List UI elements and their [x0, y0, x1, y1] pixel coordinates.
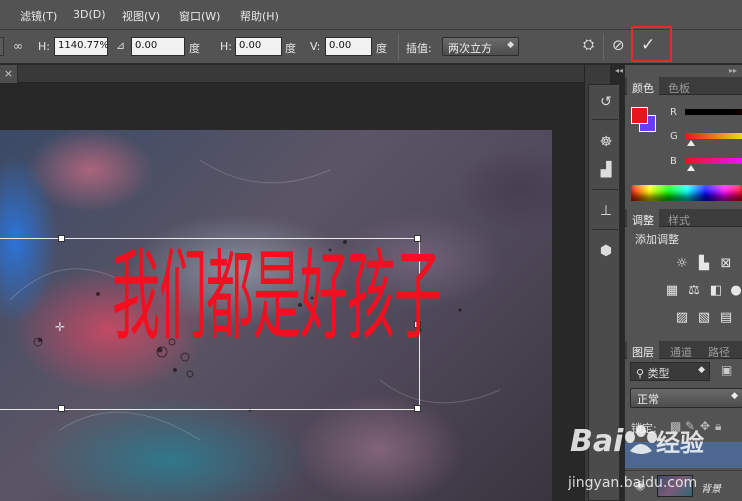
chevron-updown-icon: ◆ — [507, 40, 514, 50]
tab-styles[interactable]: 样式 — [663, 209, 695, 227]
histogram-icon[interactable]: ▟ — [595, 159, 617, 181]
clone-source-icon[interactable]: ⊥ — [595, 200, 617, 222]
levels-icon[interactable]: ▙ — [695, 256, 713, 272]
baidu-logo: Bai 经验 jingyan.baidu.com — [567, 424, 704, 491]
expand-arrows-icon[interactable]: ▸▸ — [729, 66, 737, 75]
gradient-map-icon[interactable]: ▤ — [717, 310, 735, 326]
hskew-unit: 度 — [285, 42, 296, 55]
rotate-unit: 度 — [189, 42, 200, 55]
document-tab-bar — [0, 65, 584, 83]
blue-slider[interactable] — [685, 158, 742, 164]
curves-icon[interactable]: ⊠ — [717, 256, 735, 272]
history-icon[interactable]: ↺ — [595, 91, 617, 113]
transform-handle-top[interactable] — [58, 235, 65, 242]
layer-filter-select[interactable]: ⚲ 类型 ◆ — [630, 362, 710, 381]
menu-window[interactable]: 窗口(W) — [179, 8, 220, 24]
navigator-icon[interactable]: ☸ — [595, 131, 617, 153]
green-slider-thumb[interactable] — [687, 140, 695, 146]
green-slider[interactable] — [685, 133, 742, 139]
hue-saturation-icon[interactable]: ▦ — [663, 283, 681, 299]
svg-text:经验: 经验 — [656, 429, 704, 457]
tab-adjustments[interactable]: 调整 — [627, 209, 659, 227]
color-panel-tabs: 颜色 色板 — [625, 77, 742, 95]
adjust-panel-tabs: 调整 样式 — [625, 209, 742, 227]
hskew-input[interactable]: 0.00 — [235, 37, 282, 56]
red-slider[interactable] — [685, 109, 742, 115]
layer-filter-value: 类型 — [647, 367, 670, 380]
vskew-unit: 度 — [376, 42, 387, 55]
blend-mode-value: 正常 — [637, 393, 659, 406]
canvas-text-layer[interactable]: 我们都是好孩子 — [112, 248, 442, 346]
strip-separator — [592, 119, 618, 120]
commit-highlight-box — [631, 26, 672, 62]
3d-cube-icon[interactable]: ⬢ — [595, 240, 617, 262]
link-icon[interactable]: ∞ — [13, 39, 23, 53]
tab-color[interactable]: 颜色 — [627, 77, 659, 95]
photo-filter-icon[interactable]: ● — [727, 283, 742, 299]
interpolation-value: 两次立方 — [448, 42, 492, 55]
color-spectrum-ramp[interactable] — [631, 185, 742, 201]
svg-text:jingyan.baidu.com: jingyan.baidu.com — [568, 475, 697, 491]
height-input[interactable]: 1140.77% — [54, 37, 108, 56]
canvas-area[interactable]: 我们都是好孩子 ✛ — [0, 84, 584, 501]
strip-separator — [592, 189, 618, 190]
interpolation-label: 插值: — [406, 42, 432, 55]
reference-point-icon[interactable]: ✛ — [55, 320, 65, 334]
invert-icon[interactable]: ▨ — [673, 310, 691, 326]
color-balance-icon[interactable]: ⚖ — [685, 283, 703, 299]
chevron-updown-icon: ◆ — [731, 391, 738, 401]
options-separator — [398, 34, 399, 60]
brightness-icon[interactable]: ☼ — [673, 256, 691, 272]
warp-mode-icon[interactable]: ⛭ — [583, 37, 594, 53]
tab-layers[interactable]: 图层 — [627, 341, 659, 359]
menu-help[interactable]: 帮助(H) — [240, 8, 279, 24]
vskew-label: V: — [310, 40, 321, 53]
menu-3d[interactable]: 3D(D) — [73, 8, 106, 21]
height-label: H: — [38, 40, 50, 53]
baidu-watermark: Bai 经验 jingyan.baidu.com — [567, 415, 738, 495]
hskew-label: H: — [220, 40, 232, 53]
menu-filter[interactable]: 滤镜(T) — [20, 8, 57, 24]
image-filter-icon[interactable]: ▣ — [721, 363, 732, 377]
transform-handle-bottom-right[interactable] — [414, 405, 421, 412]
red-channel-label: R — [670, 107, 677, 118]
angle-icon: ⊿ — [116, 39, 126, 52]
vskew-input[interactable]: 0.00 — [325, 37, 372, 56]
blue-slider-thumb[interactable] — [687, 165, 695, 171]
options-separator-2 — [603, 34, 604, 60]
blue-channel-label: B — [670, 156, 677, 167]
blend-mode-select[interactable]: 正常 ◆ — [630, 388, 742, 408]
cancel-transform-icon[interactable]: ⊘ — [612, 36, 625, 54]
interpolation-select[interactable]: 两次立方 ◆ — [442, 37, 519, 56]
add-adjustment-heading: 添加调整 — [635, 233, 679, 246]
posterize-icon[interactable]: ▧ — [695, 310, 713, 326]
layers-panel-tabs: 图层 通道 路径 — [625, 341, 742, 359]
menu-view[interactable]: 视图(V) — [122, 8, 160, 24]
svg-text:Bai: Bai — [570, 424, 624, 459]
chevron-updown-icon: ◆ — [698, 365, 705, 375]
green-channel-label: G — [670, 131, 678, 142]
black-white-icon[interactable]: ◧ — [707, 283, 725, 299]
w-input-edge[interactable] — [0, 37, 4, 56]
collapse-arrows-icon[interactable]: ◂◂ — [615, 66, 623, 75]
tab-swatches[interactable]: 色板 — [663, 77, 695, 95]
foreground-color-swatch[interactable] — [631, 107, 648, 124]
tab-paths[interactable]: 路径 — [703, 341, 735, 359]
strip-separator — [592, 229, 618, 230]
transform-handle-bottom[interactable] — [58, 405, 65, 412]
search-icon: ⚲ — [636, 367, 648, 380]
document-image[interactable]: 我们都是好孩子 ✛ — [0, 130, 552, 501]
tab-channels[interactable]: 通道 — [665, 341, 697, 359]
rotate-angle-input[interactable]: 0.00 — [131, 37, 185, 56]
close-icon[interactable]: × — [0, 65, 18, 83]
